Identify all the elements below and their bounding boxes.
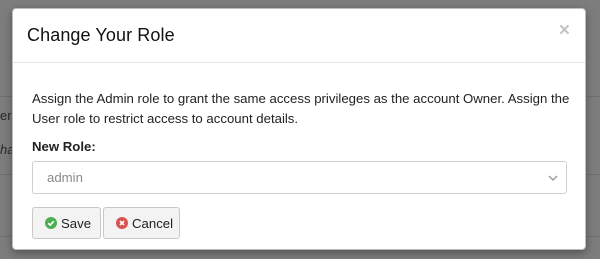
selected-role-value: admin [47,170,83,185]
save-button-label: Save [61,215,92,231]
x-circle-icon [116,217,128,229]
chevron-down-icon [548,175,558,181]
save-button[interactable]: Save [32,207,101,239]
change-role-modal: Change Your Role × Assign the Admin role… [12,8,586,250]
modal-title: Change Your Role [27,25,175,45]
close-icon[interactable]: × [559,21,570,40]
new-role-label: New Role: [32,139,96,154]
role-description: Assign the Admin role to grant the same … [32,91,570,126]
background-text: er [0,108,12,123]
cancel-button-label: Cancel [132,215,174,231]
check-circle-icon [45,217,57,229]
modal-header: Change Your Role × [13,9,585,63]
cancel-button[interactable]: Cancel [103,207,180,239]
new-role-select[interactable]: admin [32,161,567,194]
